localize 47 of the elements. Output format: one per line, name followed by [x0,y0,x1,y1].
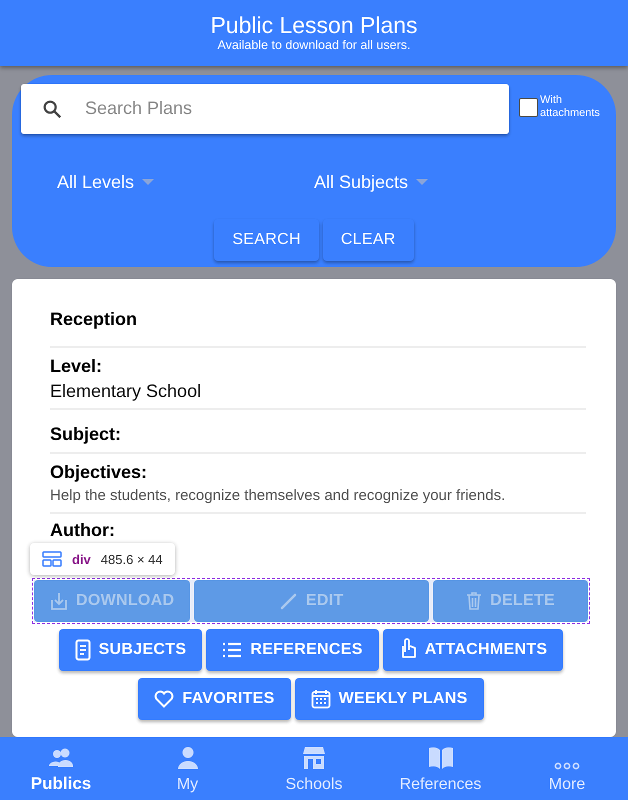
search-field[interactable]: Search Plans [21,84,509,134]
nav-tab[interactable]: References [386,737,496,800]
caret-icon [142,178,154,186]
book-icon [428,746,454,770]
action-button[interactable]: WEEKLY PLANS [294,678,484,720]
field-value: Elementary School [50,380,202,404]
plan-title: Reception [50,303,586,348]
clear-button[interactable]: CLEAR [322,218,414,261]
field-value: Help the students, recognize themselves and recognize your friends. [50,486,506,506]
nav-tab[interactable]: Schools [259,737,369,800]
search-button[interactable]: SEARCH [214,218,319,261]
action-button: EDIT [194,580,430,622]
nav-tab[interactable]: Publics [6,737,116,800]
element-size: 485.6 × 44 [100,552,163,567]
page-title: Public Lesson Plans [210,12,418,38]
action-button[interactable]: SUBJECTS [58,629,202,672]
calendar-icon [310,689,331,710]
layout-icon [42,551,62,568]
action-button[interactable]: REFERENCES [206,629,379,672]
field-label: Objectives: [50,461,148,484]
list-icon [222,642,242,658]
element-tag: div [72,552,91,567]
action-button: DELETE [433,580,588,622]
document-icon [74,639,91,662]
pencil-icon [280,592,298,610]
checkbox[interactable] [519,98,538,117]
trash-icon [466,591,482,612]
field-label: Subject: [50,423,122,446]
checkbox-label: With attachments [540,94,601,120]
caret-icon [416,178,428,186]
action-button[interactable]: FAVORITES [138,678,291,720]
dropdown[interactable]: All Levels [57,172,314,193]
person-icon [176,746,198,770]
more-icon [554,762,580,770]
heart-icon [154,690,174,708]
search-icon [41,98,63,120]
dropdown[interactable]: All Subjects [314,172,571,193]
field-label: Author: [50,519,116,542]
people-icon [48,748,74,768]
page-subtitle: Available to download for all users. [218,38,410,54]
nav-tab[interactable]: More [512,737,622,800]
download-icon [50,591,68,612]
action-button[interactable]: ATTACHMENTS [382,629,564,672]
store-icon [302,746,326,770]
field-label: Level: [50,355,104,378]
action-button: DOWNLOAD [34,580,190,622]
nav-tab[interactable]: My [132,737,242,800]
